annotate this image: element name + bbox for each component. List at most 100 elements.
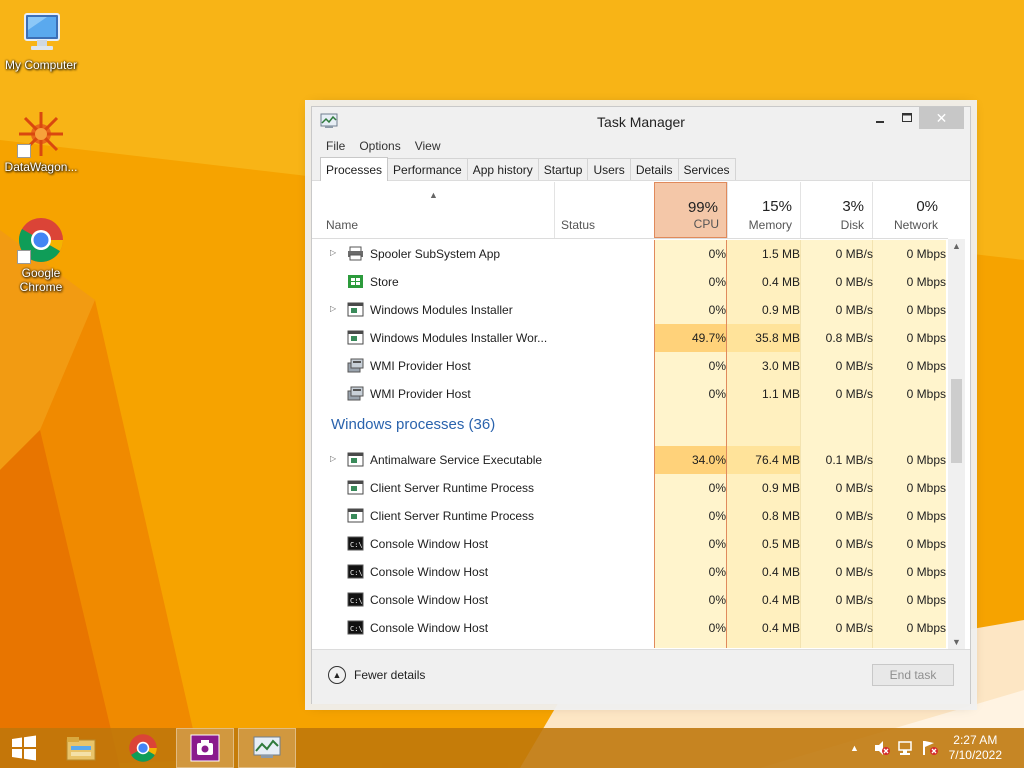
cpu-total-percent: 99% bbox=[687, 199, 718, 216]
disk-value: 0.8 MB/s bbox=[825, 331, 873, 345]
column-headers: ▲ Name Status 99% CPU 15% Memory 3% Disk… bbox=[312, 182, 948, 239]
process-row[interactable]: WMI Provider Host 0% 1.1 MB 0 MB/s 0 Mbps bbox=[312, 380, 946, 408]
column-header-status[interactable]: Status bbox=[554, 182, 654, 238]
process-row[interactable]: Client Server Runtime Process 0% 0.8 MB 0 M… bbox=[312, 502, 946, 530]
expand-chevron-icon[interactable]: ▷ bbox=[330, 248, 336, 257]
disk-total-percent: 3% bbox=[842, 198, 864, 215]
expand-chevron-icon[interactable]: ▷ bbox=[330, 304, 336, 313]
datawagon-icon bbox=[17, 110, 65, 158]
process-name: Console Window Host bbox=[370, 593, 489, 607]
tab-app-history[interactable]: App history bbox=[466, 158, 539, 180]
close-button[interactable]: ✕ bbox=[919, 107, 964, 129]
network-icon[interactable] bbox=[897, 740, 915, 756]
tab-processes[interactable]: Processes bbox=[320, 157, 389, 181]
tab-details[interactable]: Details bbox=[629, 158, 679, 180]
process-row[interactable]: WMI Provider Host 0% 3.0 MB 0 MB/s 0 Mbps bbox=[312, 352, 946, 380]
tab-startup[interactable]: Startup bbox=[537, 158, 589, 180]
end-task-button[interactable]: End task bbox=[872, 664, 954, 686]
taskbar-chrome[interactable] bbox=[114, 728, 172, 768]
desktop-icon-datawagon[interactable]: DataWagon... bbox=[1, 110, 81, 174]
process-row[interactable]: C:\ Console Window Host 0% 0.5 MB 0 MB/s 0 Mb… bbox=[312, 530, 946, 558]
process-row[interactable]: Windows Modules Installer Wor... 49.7% 35.… bbox=[312, 324, 946, 352]
process-name: Client Server Runtime Process bbox=[370, 509, 535, 523]
memory-value: 0.4 MB bbox=[761, 593, 800, 607]
process-row[interactable]: Client Server Runtime Process 0% 0.9 MB 0 M… bbox=[312, 474, 946, 502]
disk-value: 0 MB/s bbox=[835, 537, 873, 551]
desktop-icon-google-chrome[interactable]: Google Chrome bbox=[1, 216, 81, 294]
menu-options[interactable]: Options bbox=[359, 139, 400, 153]
process-row[interactable]: C:\ Console Window Host 0% 0.4 MB 0 MB/s 0 Mb… bbox=[312, 614, 946, 642]
taskbar-task-manager[interactable] bbox=[238, 728, 296, 768]
svg-text:C:\: C:\ bbox=[350, 625, 363, 633]
expand-chevron-icon[interactable]: ▷ bbox=[330, 454, 336, 463]
disk-value: 0 MB/s bbox=[835, 247, 873, 261]
scroll-down-icon[interactable]: ▼ bbox=[948, 637, 965, 647]
computer-icon bbox=[17, 8, 65, 56]
fewer-details-button[interactable]: ▲ Fewer details bbox=[328, 666, 425, 684]
disk-value: 0 MB/s bbox=[835, 593, 873, 607]
show-hidden-icons-icon[interactable]: ▲ bbox=[850, 743, 859, 753]
disk-value: 0 MB/s bbox=[835, 303, 873, 317]
desktop-icon-label: My Computer bbox=[4, 58, 78, 72]
title-bar[interactable]: Task Manager ✕ bbox=[312, 107, 970, 135]
memory-value: 0.9 MB bbox=[761, 481, 800, 495]
process-name: Console Window Host bbox=[370, 565, 489, 579]
app-window-icon bbox=[347, 480, 364, 495]
process-row[interactable]: C:\ Console Window Host 0% 0.4 MB 0 MB/s 0 Mb… bbox=[312, 558, 946, 586]
taskbar-file-explorer[interactable] bbox=[52, 728, 110, 768]
taskbar: ▲ 2:27 AM 7/10/2022 bbox=[0, 728, 1024, 768]
task-manager-icon bbox=[253, 736, 281, 758]
process-row[interactable]: C:\ Console Window Host 0% 0.4 MB 0 MB/s 0 Mb… bbox=[312, 586, 946, 614]
windows-logo-icon bbox=[12, 735, 36, 761]
menu-view[interactable]: View bbox=[415, 139, 441, 153]
column-header-label: Status bbox=[561, 218, 596, 232]
column-header-name[interactable]: ▲ Name bbox=[312, 182, 554, 238]
scroll-up-icon[interactable]: ▲ bbox=[948, 241, 965, 251]
disk-value: 0 MB/s bbox=[835, 621, 873, 635]
column-header-label: Name bbox=[326, 218, 359, 232]
minimize-button[interactable] bbox=[865, 107, 895, 129]
process-name: Store bbox=[370, 275, 399, 289]
column-header-memory[interactable]: 15% Memory bbox=[727, 182, 800, 238]
fewer-details-label: Fewer details bbox=[354, 668, 426, 682]
taskbar-camera-app[interactable] bbox=[176, 728, 234, 768]
process-name: Console Window Host bbox=[370, 537, 489, 551]
system-clock[interactable]: 2:27 AM 7/10/2022 bbox=[949, 733, 1002, 763]
svg-text:C:\: C:\ bbox=[350, 569, 363, 577]
app-window-icon bbox=[347, 302, 364, 317]
cpu-value: 0% bbox=[708, 565, 726, 579]
memory-value: 0.4 MB bbox=[761, 565, 800, 579]
volume-muted-icon[interactable] bbox=[873, 740, 891, 756]
column-header-disk[interactable]: 3% Disk bbox=[800, 182, 872, 238]
network-value: 0 Mbps bbox=[906, 565, 946, 579]
process-row[interactable]: Store 0% 0.4 MB 0 MB/s 0 Mbps bbox=[312, 268, 946, 296]
process-row[interactable]: ▷ Spooler SubSystem App 0% 1.5 MB 0 MB/s 0 Mb… bbox=[312, 240, 946, 268]
process-row[interactable]: ▷ Windows Modules Installer 0% 0.9 MB 0 MB/s… bbox=[312, 296, 946, 324]
column-header-network[interactable]: 0% Network bbox=[872, 182, 946, 238]
tab-users[interactable]: Users bbox=[587, 158, 631, 180]
vertical-scrollbar[interactable]: ▲ ▼ bbox=[948, 239, 965, 649]
maximize-button[interactable] bbox=[892, 107, 922, 129]
process-row[interactable]: ▷ Antimalware Service Executable 34.0% 76.4… bbox=[312, 446, 946, 474]
disk-value: 0 MB/s bbox=[835, 509, 873, 523]
cpu-value: 0% bbox=[708, 247, 726, 261]
tab-performance[interactable]: Performance bbox=[387, 158, 468, 180]
action-center-alert-icon[interactable] bbox=[921, 740, 939, 756]
file-explorer-icon bbox=[66, 737, 96, 761]
memory-value: 0.5 MB bbox=[761, 537, 800, 551]
desktop-icon-label: DataWagon... bbox=[4, 160, 78, 174]
menu-file[interactable]: File bbox=[326, 139, 345, 153]
svg-text:C:\: C:\ bbox=[350, 597, 363, 605]
network-value: 0 Mbps bbox=[906, 481, 946, 495]
column-header-cpu[interactable]: 99% CPU bbox=[654, 182, 727, 238]
tab-services[interactable]: Services bbox=[677, 158, 736, 180]
desktop-icon-my-computer[interactable]: My Computer bbox=[1, 8, 81, 72]
disk-value: 0 MB/s bbox=[835, 481, 873, 495]
network-value: 0 Mbps bbox=[906, 537, 946, 551]
printer-icon bbox=[347, 246, 364, 261]
process-group-header: Windows processes (36) bbox=[312, 410, 946, 444]
column-header-label: Memory bbox=[748, 218, 792, 232]
start-button[interactable] bbox=[0, 728, 48, 768]
scrollbar-thumb[interactable] bbox=[951, 379, 962, 463]
cpu-value: 0% bbox=[708, 303, 726, 317]
